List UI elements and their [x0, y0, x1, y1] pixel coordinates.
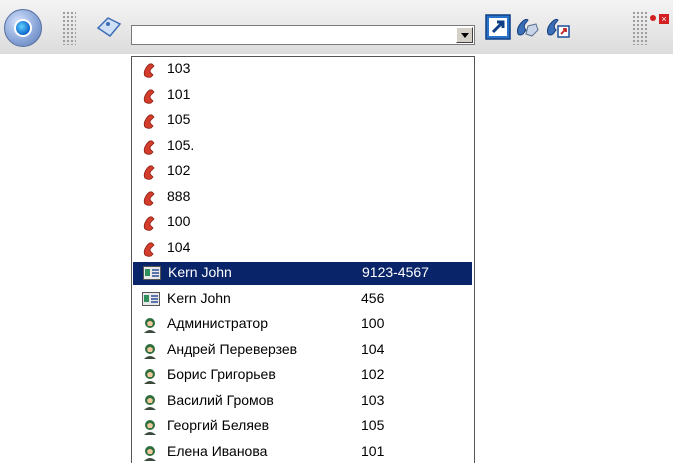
contact-item[interactable]: Василий Громов 103: [132, 390, 474, 413]
app-menu-icon: [14, 19, 32, 37]
recent-number-item[interactable]: 105: [132, 109, 474, 132]
recent-number-item[interactable]: 102: [132, 160, 474, 183]
recent-number-label: 105: [167, 111, 191, 127]
chevron-down-icon: [460, 32, 469, 38]
contact-item[interactable]: Kern John 456: [132, 288, 474, 311]
number-combobox[interactable]: [131, 25, 475, 45]
minimize-icon[interactable]: [650, 15, 656, 21]
user-icon: [142, 317, 158, 333]
dropdown-list[interactable]: 103 101 105 105. 102 888 100 104 Kern John 9123-4…: [131, 56, 475, 463]
open-window-button[interactable]: [483, 12, 513, 42]
contact-number: 105: [361, 417, 385, 433]
recent-number-label: 103: [167, 60, 191, 76]
close-icon[interactable]: ×: [659, 14, 669, 24]
contact-item[interactable]: Борис Григорьев 102: [132, 364, 474, 387]
tag-button[interactable]: [94, 12, 124, 42]
recent-number-label: 104: [167, 238, 191, 255]
user-icon: [142, 445, 158, 461]
user-icon: [142, 394, 158, 410]
phone-icon: [142, 241, 158, 257]
open-window-icon: [485, 14, 511, 40]
recent-number-item[interactable]: 103: [132, 58, 474, 81]
grip-icon[interactable]: [632, 11, 648, 45]
recent-number-label: 100: [167, 213, 191, 229]
combo-dropdown-button[interactable]: [456, 27, 473, 43]
contact-name: Борис Григорьев: [167, 366, 276, 382]
toolbar: ×: [0, 0, 673, 54]
transfer-call-button[interactable]: [543, 12, 573, 42]
contact-item[interactable]: Елена Иванова 101: [132, 441, 474, 463]
contact-name: Kern John: [168, 264, 232, 280]
tag-icon: [96, 17, 122, 37]
grip-icon[interactable]: [62, 11, 76, 45]
contact-number: 456: [361, 289, 385, 306]
recent-number-label: 101: [167, 85, 191, 102]
recent-number-item[interactable]: 888: [132, 186, 474, 209]
recent-number-item[interactable]: 104: [132, 237, 474, 260]
phone-icon: [142, 164, 158, 180]
phone-icon: [142, 139, 158, 155]
contact-name: Администратор: [167, 315, 269, 331]
recent-number-item[interactable]: 105.: [132, 135, 474, 158]
recent-number-item[interactable]: 100: [132, 211, 474, 234]
recent-number-label: 105.: [167, 136, 195, 153]
contact-number: 102: [361, 366, 385, 382]
phone-icon: [142, 62, 158, 78]
hand-phone-icon: [517, 18, 539, 37]
contact-name: Василий Громов: [167, 391, 274, 408]
contact-name: Елена Иванова: [167, 442, 268, 459]
contact-number: 100: [361, 315, 385, 331]
app-menu-button[interactable]: [4, 9, 42, 47]
user-icon: [142, 343, 158, 359]
contact-card-icon: [142, 291, 160, 308]
phone-transfer-icon: [547, 18, 570, 38]
user-icon: [142, 368, 158, 384]
contact-name: Георгий Беляев: [167, 417, 270, 433]
phone-icon: [142, 88, 158, 104]
contact-item[interactable]: Администратор 100: [132, 313, 474, 336]
contact-number: 9123-4567: [362, 264, 429, 280]
contact-name: Андрей Переверзев: [167, 340, 298, 357]
contact-item[interactable]: Андрей Переверзев 104: [132, 339, 474, 362]
phone-icon: [142, 190, 158, 206]
answer-call-button[interactable]: [513, 12, 543, 42]
contact-item[interactable]: Георгий Беляев 105: [132, 415, 474, 438]
contact-number: 104: [361, 340, 385, 357]
user-icon: [142, 419, 158, 435]
contact-number: 101: [361, 442, 385, 459]
recent-number-label: 102: [167, 162, 191, 178]
contact-item[interactable]: Kern John 9123-4567: [133, 262, 472, 285]
recent-number-item[interactable]: 101: [132, 84, 474, 107]
recent-number-label: 888: [167, 187, 191, 204]
phone-icon: [142, 113, 158, 129]
contact-name: Kern John: [167, 289, 231, 306]
contact-number: 103: [361, 391, 385, 408]
phone-icon: [142, 215, 158, 231]
contact-card-icon: [143, 266, 161, 282]
